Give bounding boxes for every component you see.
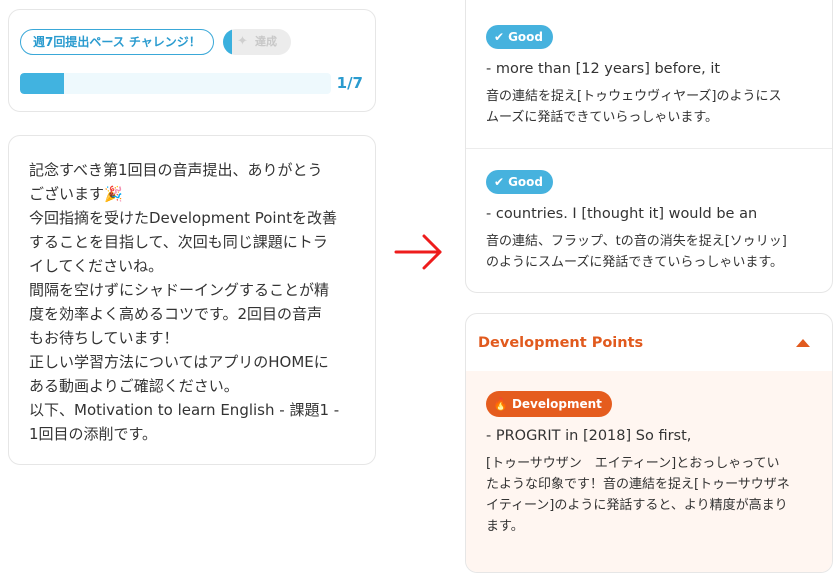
message-line: 記念すべき第1回目の音声提出、ありがとう — [29, 161, 323, 179]
message-line: ある動画よりご確認ください。 — [29, 377, 239, 395]
message-line: 以下、Motivation to learn English - 課題1 - — [29, 401, 340, 419]
message-line: 今回指摘を受けたDevelopment Pointを改善 — [29, 209, 337, 227]
progress-bar — [20, 73, 331, 94]
good-badge: ✔ Good — [486, 170, 553, 194]
comment-line: 音の連結、フラップ、tの音の消失を捉え[ソゥリッ] — [486, 234, 787, 249]
development-points-card: Development Points 🔥 Development - PROGRI… — [465, 313, 833, 573]
good-point-item: ✔ Good - countries. I [thought it] would … — [486, 170, 826, 273]
comment-line: [トゥーサウザン エイティーン]とおっしゃってい — [486, 456, 780, 471]
party-popper-icon: 🎉 — [104, 185, 123, 203]
message-card: 記念すべき第1回目の音声提出、ありがとう ございます🎉 今回指摘を受けたDeve… — [8, 135, 376, 465]
good-badge: ✔ Good — [486, 25, 553, 49]
message-line: ございます — [29, 185, 105, 203]
progress-fill — [20, 73, 64, 94]
progress-count: 1/7 — [336, 74, 363, 92]
comment-line: のようにスムーズに発話できていらっしゃいます。 — [486, 255, 784, 270]
message-line-with-icon: ございます🎉 — [29, 182, 365, 206]
message-line: 度を効率よく高めるコツです。2回目の音声 — [29, 305, 323, 323]
achieve-button[interactable]: ✦ 達成 — [223, 29, 291, 55]
challenge-badge[interactable]: 週7回提出ペース チャレンジ！ — [20, 29, 214, 55]
development-points-header[interactable]: Development Points — [466, 314, 832, 372]
development-points-title: Development Points — [478, 335, 644, 351]
good-phrase: - more than [12 years] before, it — [486, 61, 721, 77]
message-line: 間隔を空けずにシャドーイングすることが精 — [29, 281, 330, 299]
message-line: 1回目の添削です。 — [29, 425, 158, 443]
message-line: イしてくださいね。 — [29, 257, 164, 275]
flame-icon: 🔥 — [493, 397, 508, 411]
development-badge: 🔥 Development — [486, 391, 612, 417]
message-text: 記念すべき第1回目の音声提出、ありがとう ございます🎉 今回指摘を受けたDeve… — [29, 158, 365, 446]
comment-line: イティーン]のように発話すると、より精度が高まり — [486, 498, 788, 513]
sparkle-icon: ✦ — [237, 34, 248, 49]
development-item: 🔥 Development - PROGRIT in [2018] So firs… — [486, 391, 826, 537]
comment-line: 音の連結を捉え[トゥウェウヴィヤーズ]のようにス — [486, 89, 782, 104]
divider — [466, 148, 832, 149]
development-points-body: 🔥 Development - PROGRIT in [2018] So firs… — [466, 371, 832, 572]
development-phrase: - PROGRIT in [2018] So first, — [486, 428, 692, 444]
comment-line: たような印象です！音の連結を捉え[トゥーサウザネ — [486, 477, 790, 492]
good-badge-label: Good — [508, 30, 543, 44]
good-comment: 音の連結を捉え[トゥウェウヴィヤーズ]のようにス ムーズに発話できていらっしゃい… — [486, 86, 826, 128]
challenge-card: 週7回提出ペース チャレンジ！ ✦ 達成 1/7 — [8, 9, 376, 112]
caret-up-icon[interactable] — [796, 339, 810, 347]
check-icon: ✔ — [494, 30, 505, 44]
good-points-card: ✔ Good - more than [12 years] before, it … — [465, 0, 833, 293]
message-line: もお待ちしています！ — [29, 329, 179, 347]
development-badge-label: Development — [511, 397, 602, 411]
development-comment: [トゥーサウザン エイティーン]とおっしゃってい たような印象です！音の連結を捉… — [486, 453, 826, 537]
comment-line: ます。 — [486, 519, 524, 534]
message-line: することを目指して、次回も同じ課題にトラ — [29, 233, 328, 251]
arrow-right-icon — [394, 234, 442, 270]
message-line: 正しい学習方法についてはアプリのHOMEに — [29, 353, 329, 371]
good-point-item: ✔ Good - more than [12 years] before, it … — [486, 25, 826, 128]
good-badge-label: Good — [508, 175, 543, 189]
achieve-fill — [223, 29, 232, 55]
good-comment: 音の連結、フラップ、tの音の消失を捉え[ソゥリッ] のようにスムーズに発話できて… — [486, 231, 826, 273]
comment-line: ムーズに発話できていらっしゃいます。 — [486, 110, 719, 125]
achieve-label: 達成 — [255, 35, 277, 48]
good-phrase: - countries. I [thought it] would be an — [486, 206, 758, 222]
check-icon: ✔ — [494, 175, 505, 189]
